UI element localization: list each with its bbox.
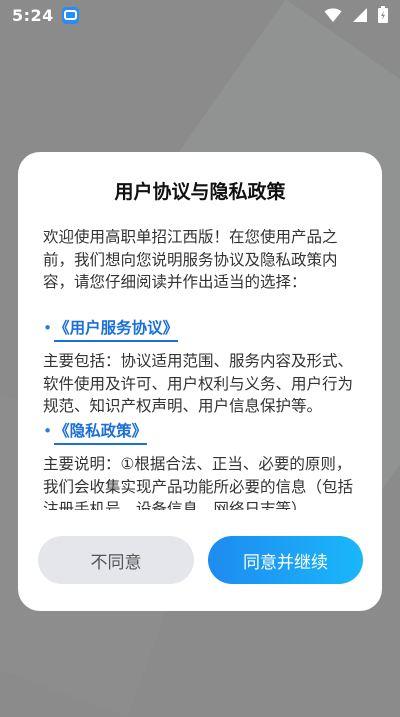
app-notification-icon xyxy=(61,6,79,24)
privacy-policy-summary: 主要说明：①根据合法、正当、必要的原则，我们会收集实现产品功能所必要的信息（包括… xyxy=(43,455,354,510)
bullet: • xyxy=(43,421,53,440)
service-agreement-link[interactable]: 《用户服务协议》 xyxy=(54,317,179,342)
privacy-policy-item: • 《隐私政策》 xyxy=(43,420,357,445)
service-agreement-item: • 《用户服务协议》 xyxy=(43,317,357,342)
agree-continue-button[interactable]: 同意并继续 xyxy=(208,536,363,584)
dialog-title: 用户协议与隐私政策 xyxy=(114,181,286,203)
bullet: • xyxy=(43,318,53,337)
service-agreement-summary: 主要包括：协议适用范围、服务内容及形式、软件使用及许可、用户权利与义务、用户行为… xyxy=(43,352,354,415)
privacy-dialog: 用户协议与隐私政策 欢迎使用高职单招江西版！在您使用产品之前，我们想向您说明服务… xyxy=(18,152,382,611)
intro-text: 欢迎使用高职单招江西版！在您使用产品之前，我们想向您说明服务协议及隐私政策内容，… xyxy=(43,228,338,291)
signal-icon xyxy=(353,7,367,22)
disagree-button[interactable]: 不同意 xyxy=(38,536,194,584)
dialog-content[interactable]: 欢迎使用高职单招江西版！在您使用产品之前，我们想向您说明服务协议及隐私政策内容，… xyxy=(43,226,357,510)
battery-icon xyxy=(378,6,388,23)
privacy-policy-link[interactable]: 《隐私政策》 xyxy=(54,420,148,445)
status-bar: 5:24 xyxy=(0,0,400,30)
status-icons xyxy=(324,6,388,23)
wifi-icon xyxy=(324,7,342,22)
status-time: 5:24 xyxy=(12,5,54,25)
